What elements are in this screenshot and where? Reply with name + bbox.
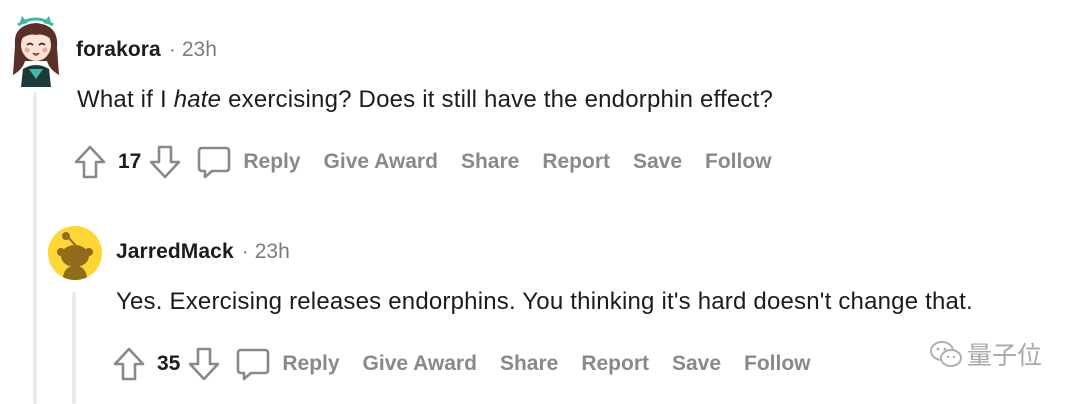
- separator: ·: [241, 240, 249, 263]
- wechat-logo-icon: [930, 341, 962, 367]
- downvote-icon[interactable]: [186, 345, 222, 383]
- comment-bubble-icon[interactable]: [234, 345, 272, 383]
- vote-count: 17: [118, 150, 142, 173]
- comment-header: forakora · 23h: [76, 38, 217, 62]
- watermark-text: 量子位: [967, 342, 1043, 370]
- snoo-avatar-icon: [48, 226, 102, 280]
- comment-text: exercising? Does it still have the endor…: [221, 86, 774, 113]
- share-button[interactable]: Share: [461, 150, 519, 174]
- username-link[interactable]: JarredMack: [116, 240, 234, 264]
- give-award-button[interactable]: Give Award: [324, 150, 438, 174]
- vote-count: 35: [157, 352, 181, 375]
- thread-line[interactable]: [72, 292, 76, 404]
- avatar-icon: [13, 16, 59, 87]
- follow-button[interactable]: Follow: [744, 352, 811, 376]
- save-button[interactable]: Save: [672, 352, 721, 376]
- report-button[interactable]: Report: [581, 352, 649, 376]
- comment-body: What if I hate exercising? Does it still…: [77, 86, 773, 114]
- separator: ·: [168, 38, 176, 61]
- thread-line[interactable]: [33, 92, 37, 404]
- username-link[interactable]: forakora: [76, 38, 161, 62]
- comment-action-bar: 35 Reply Give Award Share Report Save Fo…: [111, 344, 811, 384]
- downvote-icon[interactable]: [147, 143, 183, 181]
- comment-body: Yes. Exercising releases endorphins. You…: [116, 288, 973, 315]
- upvote-icon[interactable]: [72, 143, 108, 181]
- share-button[interactable]: Share: [500, 352, 558, 376]
- comment-header: JarredMack · 23h: [116, 240, 290, 264]
- report-button[interactable]: Report: [542, 150, 610, 174]
- user-avatar[interactable]: [48, 226, 102, 280]
- give-award-button[interactable]: Give Award: [363, 352, 477, 376]
- reply-button[interactable]: Reply: [243, 150, 300, 174]
- reply-button[interactable]: Reply: [282, 352, 339, 376]
- user-avatar[interactable]: [7, 15, 65, 87]
- comment-bubble-icon[interactable]: [195, 143, 233, 181]
- timestamp[interactable]: 23h: [182, 38, 217, 62]
- upvote-icon[interactable]: [111, 345, 147, 383]
- comment-action-bar: 17 Reply Give Award Share Report Save Fo…: [72, 142, 772, 182]
- watermark: 量子位: [929, 336, 1042, 372]
- follow-button[interactable]: Follow: [705, 150, 772, 174]
- comment-text: What if I: [77, 86, 174, 113]
- comment-emphasis: hate: [173, 86, 222, 113]
- save-button[interactable]: Save: [633, 150, 682, 174]
- timestamp[interactable]: 23h: [255, 240, 290, 264]
